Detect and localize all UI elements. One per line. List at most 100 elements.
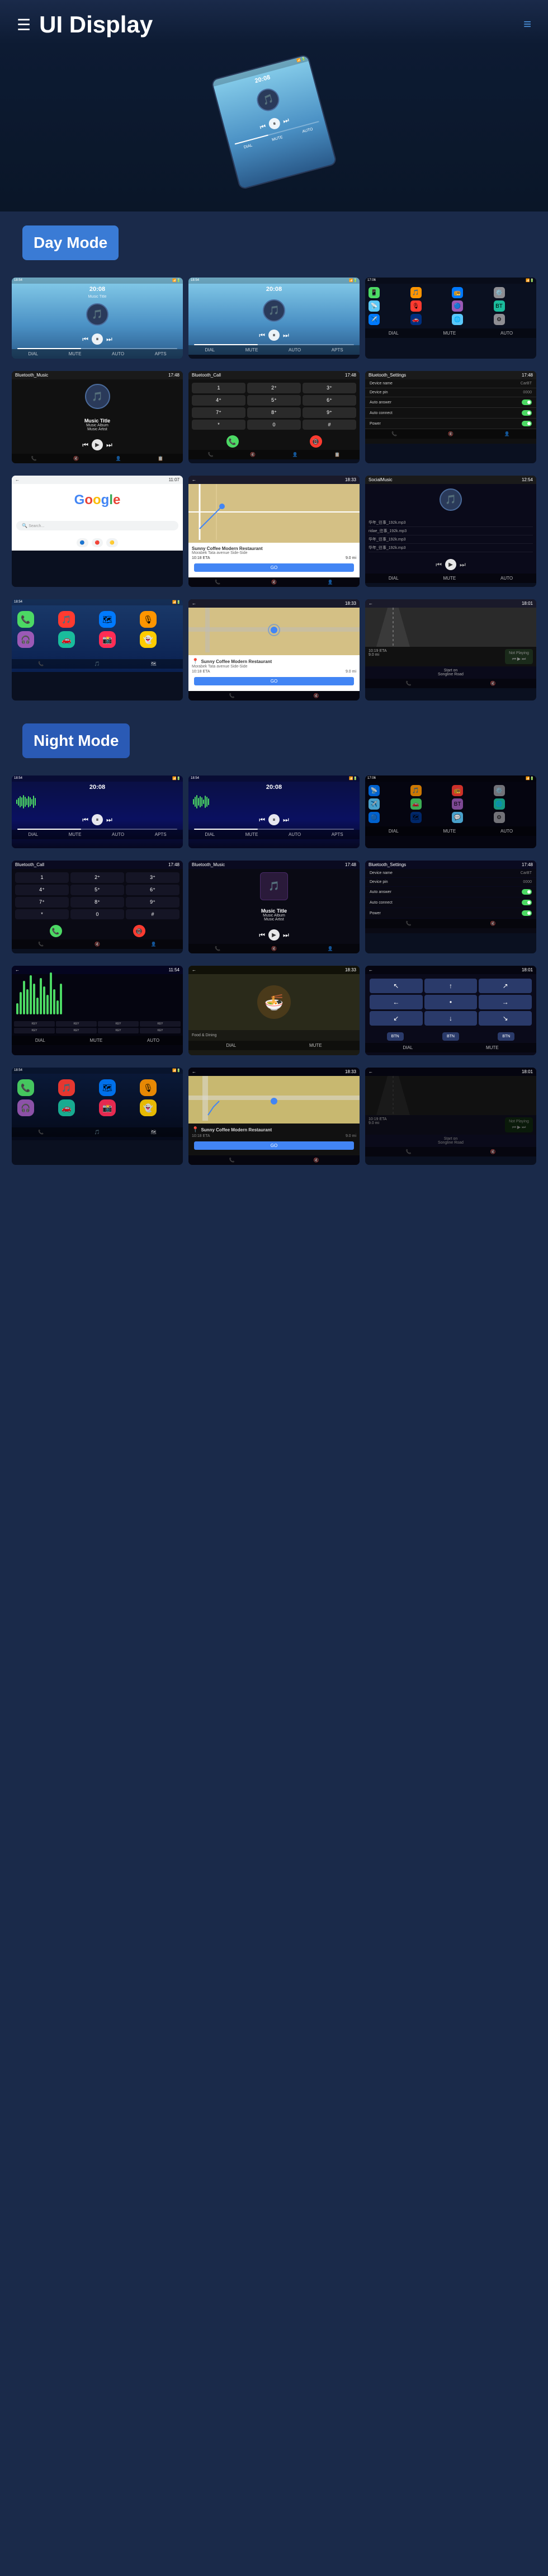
- nm2-nav-2[interactable]: MUTE: [245, 832, 258, 837]
- night-ios-app-1[interactable]: 📞: [17, 1079, 34, 1096]
- setting-auto-answer-toggle[interactable]: [522, 399, 532, 405]
- key-2[interactable]: 2⁺: [247, 383, 301, 393]
- night-setting-aa-toggle[interactable]: [522, 889, 532, 895]
- app-icon-10[interactable]: 🌐: [452, 314, 463, 325]
- ios-app-snap[interactable]: 👻: [140, 631, 157, 648]
- bt-call-nav-3[interactable]: 👤: [292, 452, 298, 457]
- nwk-5[interactable]: KEY: [14, 1028, 55, 1033]
- bt-call-end-btn[interactable]: 📵: [310, 435, 322, 448]
- bt-call-nav-1[interactable]: 📞: [208, 452, 214, 457]
- sm1-nav-apts[interactable]: APTS: [155, 351, 167, 356]
- nm1-nav-auto[interactable]: AUTO: [112, 832, 124, 837]
- social-play[interactable]: ▶: [445, 559, 456, 570]
- nwk-1[interactable]: KEY: [14, 1021, 55, 1027]
- sm2-nav-mute[interactable]: MUTE: [245, 347, 258, 352]
- ncn-nav-1[interactable]: 📞: [406, 1149, 412, 1154]
- sm2-next[interactable]: ⏭: [283, 331, 289, 340]
- night-app-11[interactable]: ⚙: [494, 812, 505, 823]
- car-play[interactable]: ▶: [517, 656, 521, 662]
- social-nav-1[interactable]: DIAL: [389, 576, 399, 581]
- key-8[interactable]: 8⁺: [247, 407, 301, 418]
- key-6[interactable]: 6⁺: [303, 395, 356, 406]
- nk-star[interactable]: *: [15, 909, 69, 919]
- nbm-prev[interactable]: ⏮: [259, 931, 265, 939]
- night-ios-app-7[interactable]: 📸: [99, 1099, 116, 1116]
- night-app-1[interactable]: 📡: [369, 785, 380, 796]
- key-4[interactable]: 4⁺: [192, 395, 245, 406]
- hamburger-icon[interactable]: ≡: [523, 17, 531, 32]
- nav-icon-dial[interactable]: DIAL: [243, 144, 253, 150]
- key-9[interactable]: 9⁺: [303, 407, 356, 418]
- arrow-center[interactable]: •: [424, 995, 478, 1009]
- car-next[interactable]: ⏭: [522, 656, 526, 662]
- ios-app-podcast[interactable]: 🎙: [140, 611, 157, 628]
- night-ios-app-6[interactable]: 🚗: [58, 1099, 75, 1116]
- sm2-nav-apts[interactable]: APTS: [332, 347, 343, 352]
- nbm-nav-2[interactable]: 🔇: [271, 946, 277, 951]
- nk-7[interactable]: 7⁺: [15, 897, 69, 908]
- night-app-10[interactable]: 💬: [452, 812, 463, 823]
- nbm-next[interactable]: ⏭: [283, 931, 289, 939]
- night-call-end[interactable]: 📵: [133, 925, 145, 937]
- nw-nav-3[interactable]: AUTO: [147, 1038, 159, 1043]
- gps2-nav-2[interactable]: 🔇: [314, 693, 319, 698]
- night-app-9[interactable]: 🗺: [410, 812, 422, 823]
- app-icon-7[interactable]: 🔵: [452, 300, 463, 312]
- night-app-8[interactable]: 🔵: [369, 812, 380, 823]
- night-call-answer[interactable]: 📞: [50, 925, 62, 937]
- sm1-nav-auto[interactable]: AUTO: [112, 351, 124, 356]
- setting-auto-connect-toggle[interactable]: [522, 410, 532, 416]
- ios-app-music[interactable]: 🎵: [58, 611, 75, 628]
- night-apps-nav-2[interactable]: MUTE: [443, 829, 456, 834]
- night-play-btn[interactable]: ▶: [517, 1125, 521, 1130]
- app-icon-3[interactable]: 📻: [452, 287, 463, 298]
- nio-nav-1[interactable]: 📞: [38, 1130, 44, 1135]
- arrow-right[interactable]: →: [479, 995, 532, 1009]
- car-nav-nav-2[interactable]: 🔇: [490, 681, 496, 686]
- ng-nav-2[interactable]: 🔇: [314, 1158, 319, 1163]
- night-apps-nav-3[interactable]: AUTO: [500, 829, 513, 834]
- ios-app-phone[interactable]: 📞: [17, 611, 34, 628]
- nm1-nav-apts[interactable]: APTS: [155, 832, 167, 837]
- map-nav-1[interactable]: 📞: [215, 580, 220, 585]
- sm2-nav-dial[interactable]: DIAL: [205, 347, 215, 352]
- nm1-nav-dial[interactable]: DIAL: [28, 832, 38, 837]
- nf-nav-1[interactable]: DIAL: [226, 1043, 236, 1048]
- bt-call-nav-2[interactable]: 🔇: [250, 452, 256, 457]
- social-track-3[interactable]: 华年_往事_192k.mp3: [369, 535, 533, 544]
- nca-nav-1[interactable]: DIAL: [403, 1045, 413, 1050]
- nav-icon-contacts[interactable]: AUTO: [302, 128, 313, 134]
- nbc-nav-2[interactable]: 🔇: [95, 942, 100, 947]
- gps-go-button[interactable]: GO: [194, 563, 354, 572]
- map-nav-3[interactable]: 👤: [328, 580, 333, 585]
- nm2-nav-3[interactable]: AUTO: [289, 832, 301, 837]
- night-app-2[interactable]: 🎵: [410, 785, 422, 796]
- nbm-nav-1[interactable]: 📞: [215, 946, 220, 951]
- nm2-prev[interactable]: ⏮: [259, 816, 265, 824]
- nbm-nav-3[interactable]: 👤: [328, 946, 333, 951]
- social-prev[interactable]: ⏮: [436, 561, 442, 569]
- nk-1[interactable]: 1: [15, 872, 69, 883]
- night-app-7[interactable]: 🌐: [494, 798, 505, 810]
- night-gps-back[interactable]: ←: [192, 1069, 196, 1074]
- nbs-nav-2[interactable]: 🔇: [490, 921, 496, 926]
- night-ios-app-5[interactable]: 🎧: [17, 1099, 34, 1116]
- night-app-3[interactable]: 📻: [452, 785, 463, 796]
- arrow-downright[interactable]: ↘: [479, 1011, 532, 1026]
- ios-app-waze[interactable]: 🚗: [58, 631, 75, 648]
- arrow-up[interactable]: ↑: [424, 979, 478, 993]
- nca-nav-2[interactable]: MUTE: [486, 1045, 499, 1050]
- nwk-3[interactable]: KEY: [98, 1021, 139, 1027]
- nk-2[interactable]: 2⁺: [70, 872, 124, 883]
- nk-5[interactable]: 5⁺: [70, 885, 124, 895]
- night-setting-ac-toggle[interactable]: [522, 900, 532, 905]
- map-back[interactable]: ←: [192, 477, 196, 482]
- nk-hash[interactable]: #: [126, 909, 179, 919]
- apps-nav-1[interactable]: DIAL: [389, 331, 399, 336]
- ncn-nav-2[interactable]: 🔇: [490, 1149, 496, 1154]
- bt-settings-nav-1[interactable]: 📞: [391, 431, 397, 436]
- night-app-4[interactable]: ⚙️: [494, 785, 505, 796]
- arrow-upleft[interactable]: ↖: [370, 979, 423, 993]
- night-ios-app-4[interactable]: 🎙: [140, 1079, 157, 1096]
- nm2-nav-1[interactable]: DIAL: [205, 832, 215, 837]
